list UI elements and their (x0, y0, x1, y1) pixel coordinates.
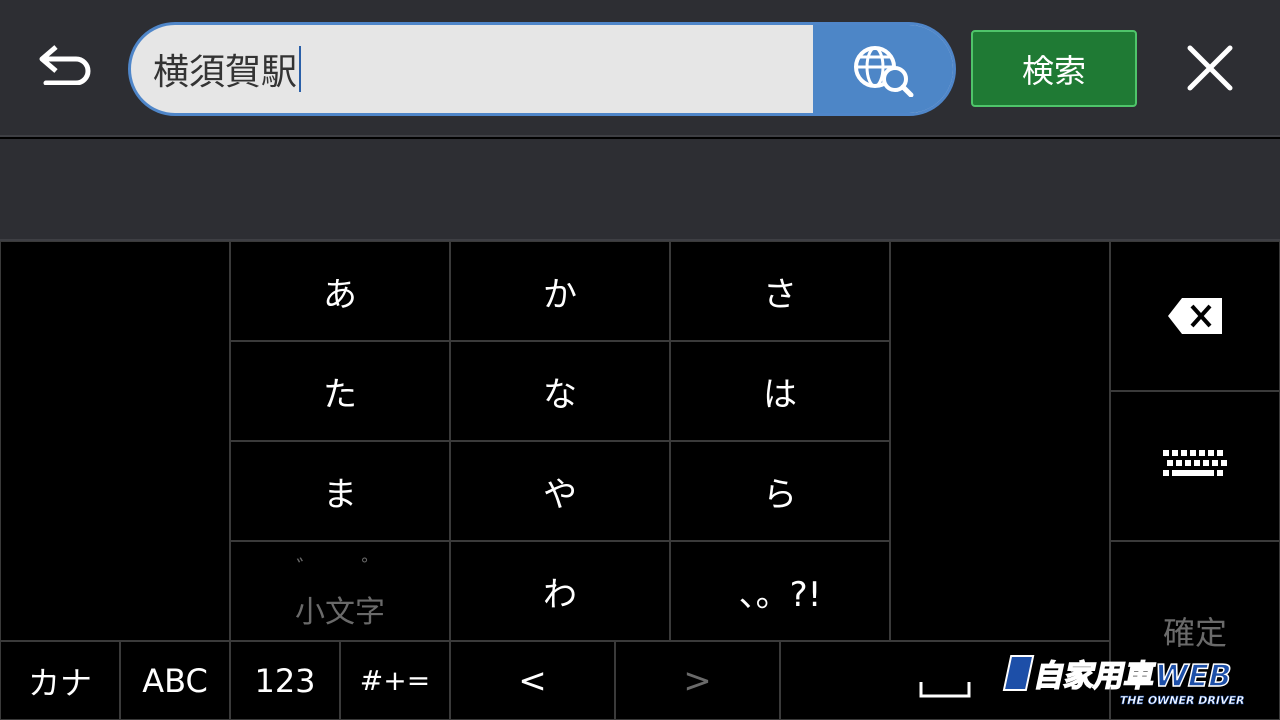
small-char-label: 小文字 (295, 595, 385, 630)
back-button[interactable] (30, 36, 100, 90)
candidate-bar (0, 139, 1280, 241)
key-a[interactable]: あ (230, 241, 450, 341)
keyboard-switch-key[interactable] (1110, 391, 1280, 541)
search-button[interactable]: 検索 (971, 30, 1137, 107)
cursor-right-key[interactable]: > (615, 641, 780, 720)
small-char-key[interactable]: ゛ ゜ 小文字 (230, 541, 450, 641)
close-icon (1187, 45, 1233, 91)
space-icon (919, 681, 971, 697)
kana-keyboard: あ か さ た な は ま や ら ゛ ゜ 小文字 わ 、。?! 確定 カナ A… (0, 241, 1280, 720)
kana-mode-key[interactable]: カナ (0, 641, 120, 720)
search-box: 横須賀駅 (128, 22, 956, 116)
svg-text:自家用車WEB: 自家用車WEB (1031, 659, 1235, 694)
search-input[interactable]: 横須賀駅 (131, 25, 813, 113)
abc-mode-key[interactable]: ABC (120, 641, 230, 720)
key-punctuation[interactable]: 、。?! (670, 541, 890, 641)
keyboard-icon (1163, 450, 1227, 476)
confirm-label: 確定 (1162, 613, 1227, 652)
right-blank-panel (890, 241, 1110, 641)
number-mode-key[interactable]: 123 (230, 641, 340, 720)
cursor-left-key[interactable]: < (450, 641, 615, 720)
watermark-logo: 自家用車WEB THE OWNER DRIVER (1000, 652, 1260, 710)
globe-search-icon (854, 46, 914, 97)
top-bar: 横須賀駅 検索 (0, 0, 1280, 137)
key-na[interactable]: な (450, 341, 670, 441)
watermark-logo-image: 自家用車WEB THE OWNER DRIVER (1002, 655, 1246, 707)
web-search-button[interactable] (813, 25, 953, 113)
symbol-mode-key[interactable]: #+= (340, 641, 450, 720)
text-caret (299, 46, 302, 92)
search-input-text: 横須賀駅 (153, 52, 298, 93)
key-ta[interactable]: た (230, 341, 450, 441)
key-ya[interactable]: や (450, 441, 670, 541)
left-blank-panel (0, 241, 230, 641)
key-ra[interactable]: ら (670, 441, 890, 541)
close-button[interactable] (1170, 28, 1250, 108)
key-ma[interactable]: ま (230, 441, 450, 541)
key-ka[interactable]: か (450, 241, 670, 341)
key-wa[interactable]: わ (450, 541, 670, 641)
dakuten-marks: ゛ ゜ (296, 557, 402, 582)
undo-arrow-icon (39, 45, 91, 85)
backspace-key[interactable] (1110, 241, 1280, 391)
key-sa[interactable]: さ (670, 241, 890, 341)
backspace-icon (1168, 298, 1222, 334)
svg-text:THE OWNER DRIVER: THE OWNER DRIVER (1118, 694, 1246, 707)
key-ha[interactable]: は (670, 341, 890, 441)
